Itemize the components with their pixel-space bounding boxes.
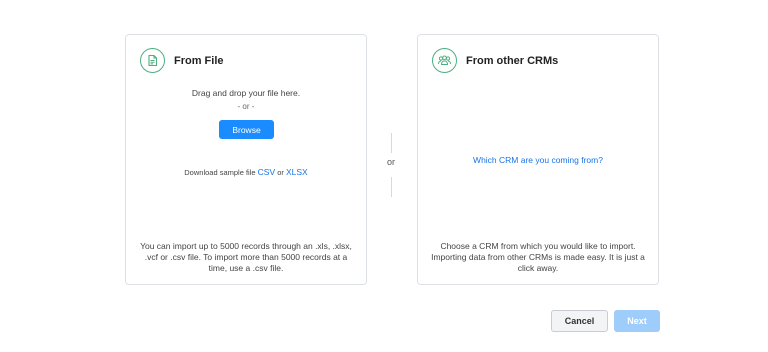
users-group-icon (432, 48, 457, 73)
cancel-button[interactable]: Cancel (551, 310, 608, 332)
from-crm-description: Choose a CRM from which you would like t… (431, 241, 645, 273)
divider-line-bottom (391, 177, 392, 197)
next-button[interactable]: Next (614, 310, 660, 332)
download-sample-line: Download sample file CSV or XLSX (126, 167, 366, 177)
csv-sample-link[interactable]: CSV (258, 167, 275, 177)
divider-or-text: or (386, 157, 395, 167)
browse-button[interactable]: Browse (219, 120, 274, 139)
drag-drop-text: Drag and drop your file here. (191, 88, 301, 98)
from-crm-title: From other CRMs (466, 54, 559, 67)
download-or-text: or (275, 168, 286, 177)
xlsx-sample-link[interactable]: XLSX (286, 167, 308, 177)
from-file-title: From File (174, 54, 224, 67)
which-crm-link[interactable]: Which CRM are you coming from? (418, 155, 658, 165)
from-crm-header: From other CRMs (432, 48, 558, 73)
divider-line-top (391, 133, 392, 153)
from-file-card: From File Drag and drop your file here. … (125, 34, 367, 285)
download-sample-text: Download sample file (184, 168, 258, 177)
from-file-header: From File (140, 48, 224, 73)
from-file-description: You can import up to 5000 records throug… (140, 241, 352, 273)
file-spreadsheet-icon (140, 48, 165, 73)
from-crm-card: From other CRMs Which CRM are you coming… (417, 34, 659, 285)
or-separator-text: - or - (237, 102, 255, 111)
